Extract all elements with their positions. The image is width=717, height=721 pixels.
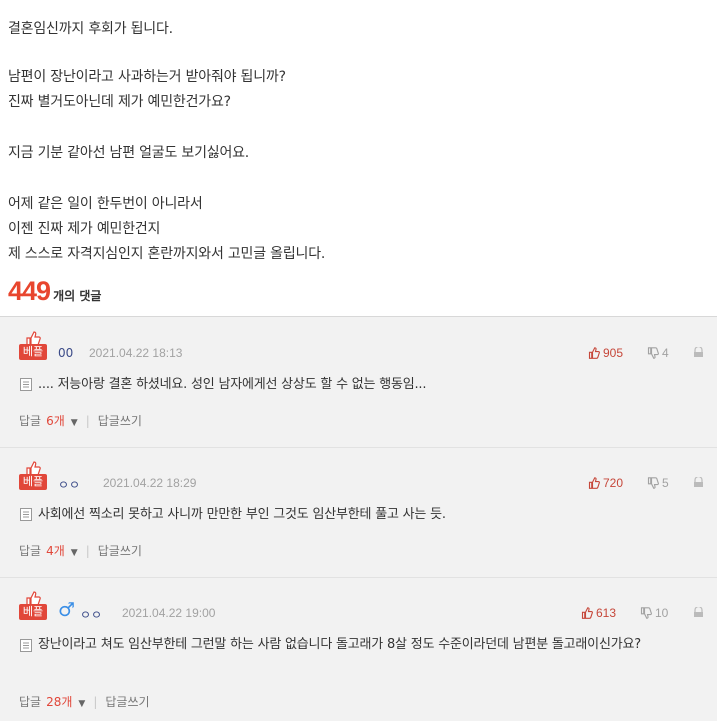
- divider: |: [85, 413, 90, 428]
- post-line: 어제 같은 일이 한두번이 아니라서: [8, 196, 203, 212]
- write-reply-link[interactable]: 답글쓰기: [98, 412, 142, 429]
- best-badge-label: 베플: [19, 474, 47, 490]
- reply-count: 6개: [46, 414, 65, 428]
- comment-actions: 답글 28개 ▼ | 답글쓰기: [19, 693, 150, 710]
- upvote-icon: [588, 347, 600, 359]
- comment-date: 2021.04.22 19:00: [122, 606, 216, 620]
- caret-down-icon: ▼: [78, 699, 86, 709]
- best-badge-label: 베플: [19, 604, 47, 620]
- reply-label: 답글: [19, 695, 42, 709]
- post-line: 제 스스로 자격지심인지 혼란까지와서 고민글 올립니다.: [8, 246, 326, 262]
- comment-nickname[interactable]: ㅇㅇ: [58, 476, 80, 493]
- reply-label: 답글: [19, 544, 42, 558]
- downvote-count: 5: [662, 476, 669, 490]
- best-badge-label: 베플: [19, 344, 47, 360]
- reply-label: 답글: [19, 414, 42, 428]
- downvote-icon: [647, 477, 659, 489]
- comment-actions: 답글 6개 ▼ | 답글쓰기: [19, 412, 142, 429]
- downvote-button[interactable]: 4: [647, 346, 669, 360]
- male-icon: ♂: [58, 599, 76, 621]
- upvote-button[interactable]: 613: [581, 606, 616, 620]
- upvote-icon: [581, 607, 593, 619]
- best-comment-badge: 베플: [19, 331, 47, 361]
- reply-toggle[interactable]: 답글 28개 ▼: [19, 693, 85, 710]
- write-reply-link[interactable]: 답글쓰기: [98, 542, 142, 559]
- report-icon[interactable]: [693, 477, 704, 488]
- comment-item: 베플 00 2021.04.22 18:13 905 4 .... 저능아랑 결…: [0, 317, 717, 448]
- document-icon: [20, 508, 32, 521]
- downvote-icon: [647, 347, 659, 359]
- upvote-icon: [588, 477, 600, 489]
- best-comment-badge: 베플: [19, 591, 47, 621]
- reply-toggle[interactable]: 답글 4개 ▼: [19, 542, 78, 559]
- reply-toggle[interactable]: 답글 6개 ▼: [19, 412, 78, 429]
- downvote-count: 4: [662, 346, 669, 360]
- upvote-button[interactable]: 720: [588, 476, 623, 490]
- comment-count-label: 개의 댓글: [53, 289, 102, 303]
- comment-item: 베플 ♂ ㅇㅇ 2021.04.22 19:00 613 10 장난이라고 쳐도…: [0, 577, 717, 721]
- comment-list: 베플 00 2021.04.22 18:13 905 4 .... 저능아랑 결…: [0, 316, 717, 721]
- comment-date: 2021.04.22 18:13: [89, 346, 183, 360]
- best-comment-badge: 베플: [19, 461, 47, 491]
- write-reply-link[interactable]: 답글쓰기: [105, 693, 149, 710]
- comment-nickname[interactable]: 00: [58, 346, 73, 360]
- downvote-count: 10: [655, 606, 669, 620]
- upvote-count: 613: [596, 606, 617, 620]
- post-line: 진짜 별거도아닌데 제가 예민한건가요?: [8, 94, 231, 110]
- downvote-button[interactable]: 10: [640, 606, 668, 620]
- report-icon[interactable]: [693, 607, 704, 618]
- comment-actions: 답글 4개 ▼ | 답글쓰기: [19, 542, 142, 559]
- upvote-button[interactable]: 905: [588, 346, 623, 360]
- caret-down-icon: ▼: [70, 418, 78, 428]
- downvote-button[interactable]: 5: [647, 476, 669, 490]
- comment-text: 사회에선 찍소리 못하고 사니까 만만한 부인 그것도 임산부한테 풀고 사는 …: [38, 507, 446, 522]
- comment-text: .... 저능아랑 결혼 하셨네요. 성인 남자에게선 상상도 할 수 없는 행…: [38, 377, 427, 392]
- post-line: 이젠 진짜 제가 예민한건지: [8, 221, 161, 237]
- upvote-count: 720: [603, 476, 624, 490]
- comment-text: 장난이라고 쳐도 임산부한테 그런말 하는 사람 없습니다 돌고래가 8살 정도…: [38, 637, 641, 652]
- post-line: 결혼임신까지 후회가 됩니다.: [8, 21, 173, 37]
- comment-count: 449 개의 댓글: [8, 276, 101, 307]
- report-icon[interactable]: [693, 347, 704, 358]
- divider: |: [93, 694, 98, 709]
- comment-count-number: 449: [8, 276, 51, 306]
- caret-down-icon: ▼: [70, 548, 78, 558]
- comment-item: 베플 ㅇㅇ 2021.04.22 18:29 720 5 사회에선 찍소리 못하…: [0, 447, 717, 578]
- comment-nickname[interactable]: ㅇㅇ: [80, 606, 102, 623]
- downvote-icon: [640, 607, 652, 619]
- upvote-count: 905: [603, 346, 624, 360]
- divider: |: [85, 543, 90, 558]
- reply-count: 4개: [46, 544, 65, 558]
- post-line: 남편이 장난이라고 사과하는거 받아줘야 됩니까?: [8, 69, 286, 85]
- document-icon: [20, 378, 32, 391]
- comment-date: 2021.04.22 18:29: [103, 476, 197, 490]
- reply-count: 28개: [46, 695, 73, 709]
- post-line: 지금 기분 같아선 남편 얼굴도 보기싫어요.: [8, 145, 250, 161]
